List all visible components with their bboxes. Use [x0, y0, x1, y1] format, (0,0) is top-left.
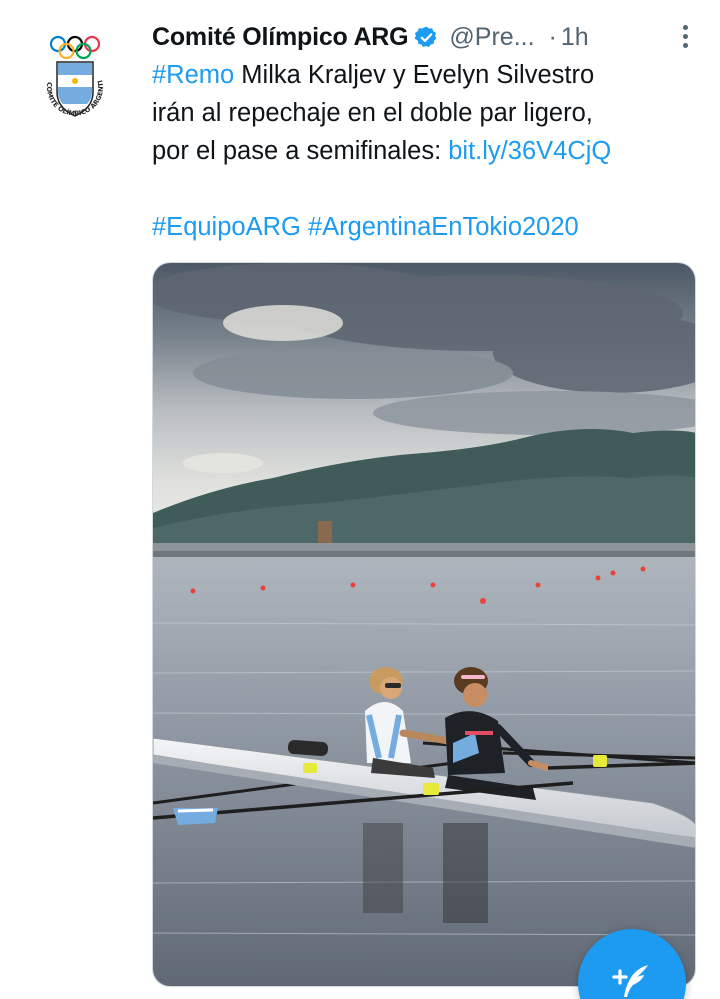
- tweet-text-line-2: irán al repechaje en el doble par ligero…: [152, 94, 712, 132]
- text-segment: irán al repechaje en el doble par ligero…: [152, 99, 593, 127]
- text-segment: [301, 213, 308, 241]
- compose-tweet-icon: [612, 965, 648, 997]
- tweet-text-line-1: #Remo Milka Kraljev y Evelyn Silvestro: [152, 56, 712, 94]
- tweet-photo[interactable]: [152, 262, 696, 987]
- avatar[interactable]: COMITÉ OLÍMPICO ARGENTINO: [24, 22, 132, 130]
- user-handle[interactable]: @Pre...: [449, 23, 534, 52]
- hashtag-equipoarg[interactable]: #EquipoARG: [152, 213, 301, 241]
- olympic-rings-icon: [49, 35, 101, 60]
- hashtag-argentinaentokio2020[interactable]: #ArgentinaEnTokio2020: [308, 213, 579, 241]
- text-segment: por el pase a semifinales:: [152, 137, 449, 165]
- hashtag-remo[interactable]: #Remo: [152, 61, 234, 89]
- tweet-hashtags-line: #EquipoARG #ArgentinaEnTokio2020: [152, 208, 712, 246]
- tweet[interactable]: COMITÉ OLÍMPICO ARGENTINO Comité Olímpic…: [0, 0, 720, 999]
- separator-dot: ·: [548, 22, 557, 51]
- tweet-text: #Remo Milka Kraljev y Evelyn Silvestro i…: [152, 56, 712, 246]
- tweet-text-line-3: por el pase a semifinales: bit.ly/36V4Cj…: [152, 132, 712, 170]
- verified-badge-icon: [414, 26, 437, 47]
- timestamp[interactable]: 1h: [561, 23, 589, 52]
- display-name[interactable]: Comité Olímpico ARG: [152, 23, 409, 52]
- text-segment: Milka Kraljev y Evelyn Silvestro: [234, 61, 595, 89]
- short-link[interactable]: bit.ly/36V4CjQ: [448, 137, 611, 165]
- more-vertical-icon[interactable]: [678, 22, 692, 52]
- tweet-header: Comité Olímpico ARG @Pre... · 1h: [152, 18, 692, 56]
